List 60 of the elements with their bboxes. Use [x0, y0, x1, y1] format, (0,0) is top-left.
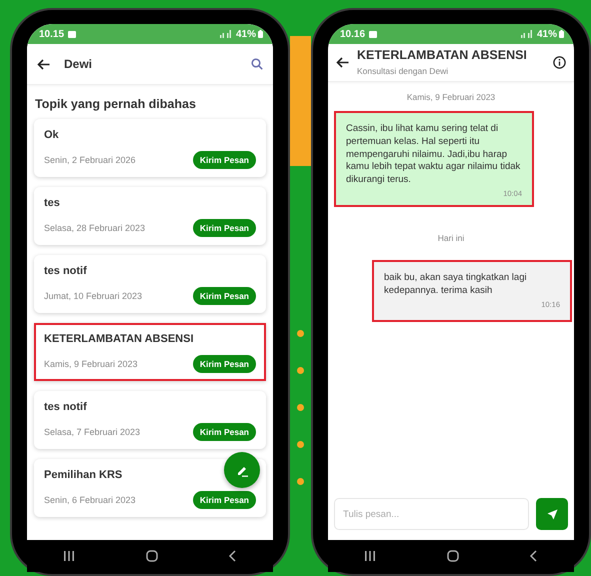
signal-icon	[220, 30, 234, 38]
topic-date: Jumat, 10 Februari 2023	[44, 291, 142, 301]
topic-date: Selasa, 7 Februari 2023	[44, 427, 140, 437]
chat-title: KETERLAMBATAN ABSENSI	[357, 48, 528, 62]
send-message-button[interactable]: Kirim Pesan	[192, 355, 256, 373]
topic-title: Ok	[44, 129, 59, 141]
send-message-button[interactable]: Kirim Pesan	[192, 287, 256, 305]
topic-date: Selasa, 28 Februari 2023	[44, 223, 146, 233]
signal-icon	[520, 30, 535, 38]
send-message-button[interactable]: Kirim Pesan	[192, 491, 256, 509]
message-text: Cassin, ibu lihat kamu sering telat di pertemuan kelas. Hal seperti itu mempengaruhi nilaimu. Jadi,ibu harap kamu lebih tepat waktu agar nilaimu tidak dikurangi terus.	[346, 123, 522, 188]
topic-date: Senin, 6 Februari 2023	[44, 495, 136, 505]
back-arrow-icon[interactable]	[336, 56, 349, 68]
topic-date: Senin, 2 Februari 2026	[44, 155, 136, 165]
topic-card[interactable]: Pemilihan KRS Senin, 6 Februari 2023 Kirim Pesan	[34, 459, 266, 517]
status-time: 10.15	[39, 28, 64, 40]
battery-percent: 41%	[236, 28, 256, 40]
send-button[interactable]	[536, 498, 568, 530]
topic-card[interactable]: KETERLAMBATAN ABSENSI Kamis, 9 Februari 2023 Kirim Pesan	[34, 323, 266, 381]
topic-card[interactable]: tes Selasa, 28 Februari 2023 Kirim Pesan	[34, 187, 266, 245]
topic-title: Pemilihan KRS	[44, 469, 122, 481]
status-time: 10.16	[340, 28, 366, 40]
topic-card[interactable]: tes notif Selasa, 7 Februari 2023 Kirim Pesan	[34, 391, 266, 449]
message-text: baik bu, akan saya tingkatkan lagi kedepannya. terima kasih	[384, 272, 528, 298]
battery-percent: 41%	[536, 28, 557, 40]
send-message-button[interactable]: Kirim Pesan	[192, 423, 256, 441]
topic-card[interactable]: Ok Senin, 2 Februari 2026 Kirim Pesan	[34, 119, 266, 177]
topic-date: Kamis, 9 Februari 2023	[44, 359, 138, 369]
back-icon[interactable]	[228, 550, 238, 562]
image-notification-icon	[68, 30, 76, 38]
paper-plane-icon	[546, 508, 558, 520]
decor-dot	[297, 404, 304, 411]
decor-dot	[297, 367, 304, 374]
topic-title: KETERLAMBATAN ABSENSI	[44, 333, 194, 345]
home-icon[interactable]	[144, 550, 159, 562]
image-notification-icon	[369, 30, 378, 38]
home-icon[interactable]	[446, 550, 460, 562]
send-message-button[interactable]: Kirim Pesan	[192, 151, 256, 169]
decor-dot	[297, 441, 304, 448]
send-message-button[interactable]: Kirim Pesan	[192, 219, 256, 237]
topic-title: tes notif	[44, 265, 87, 277]
battery-icon	[258, 30, 263, 38]
battery-icon	[559, 30, 564, 38]
info-icon[interactable]	[553, 56, 566, 68]
topic-title: tes	[44, 197, 60, 209]
topic-title: tes notif	[44, 401, 87, 413]
app-bar-title: Dewi	[64, 57, 94, 71]
decor-dot	[297, 330, 304, 337]
search-icon[interactable]	[251, 58, 263, 70]
date-separator: Kamis, 9 Februari 2023	[406, 92, 496, 102]
back-arrow-icon[interactable]	[37, 58, 50, 70]
chat-subtitle: Konsultasi dengan Dewi	[357, 66, 450, 76]
back-icon[interactable]	[529, 550, 540, 562]
topic-card[interactable]: tes notif Jumat, 10 Februari 2023 Kirim Pesan	[34, 255, 266, 313]
decor-dot	[297, 478, 304, 485]
recent-apps-icon[interactable]	[62, 550, 76, 562]
message-input[interactable]: Tulis pesan...	[334, 498, 529, 530]
recent-apps-icon[interactable]	[362, 550, 377, 562]
date-separator: Hari ini	[438, 233, 464, 244]
section-heading: Topik yang pernah dibahas	[34, 96, 197, 113]
